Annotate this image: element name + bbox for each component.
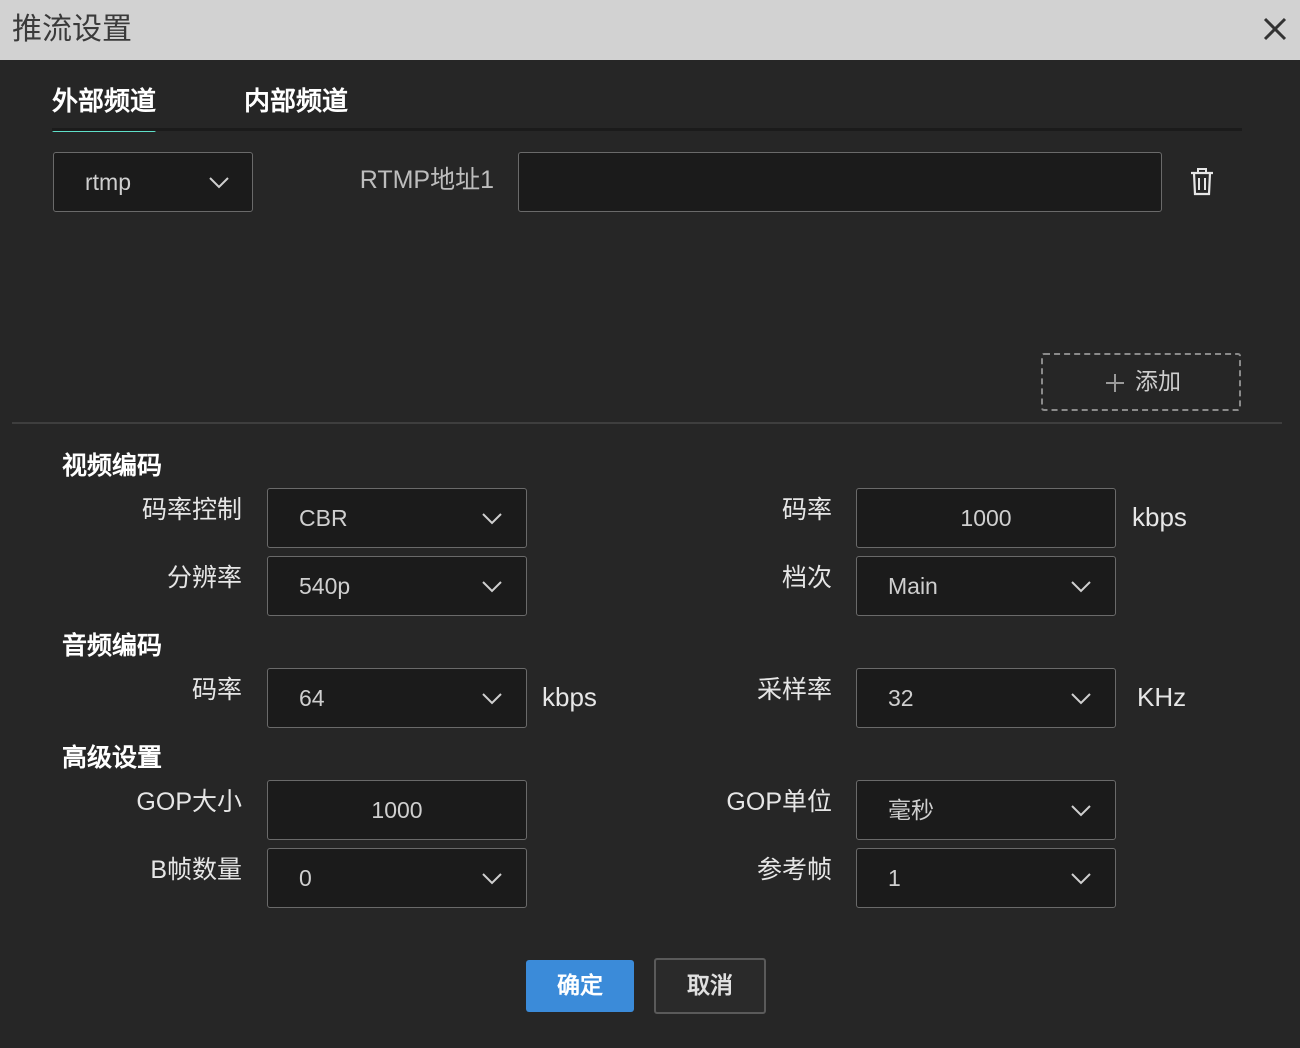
section-divider — [12, 422, 1282, 424]
protocol-select-value: rtmp — [85, 169, 131, 195]
tab-internal-channel[interactable]: 内部频道 — [244, 84, 348, 120]
bframes-label: B帧数量 — [150, 856, 242, 884]
audio-section-title: 音频编码 — [62, 631, 163, 660]
chevron-down-icon — [482, 581, 502, 593]
profile-select[interactable]: Main — [856, 556, 1116, 616]
chevron-down-icon — [1071, 693, 1091, 705]
gop-unit-select[interactable]: 毫秒 — [856, 780, 1116, 840]
ref-frames-label: 参考帧 — [756, 856, 832, 884]
resolution-select[interactable]: 540p — [267, 556, 527, 616]
chevron-down-icon — [1071, 805, 1091, 817]
confirm-button[interactable]: 确定 — [526, 960, 634, 1012]
rate-control-select[interactable]: CBR — [267, 488, 527, 548]
samplerate-select[interactable]: 32 — [856, 668, 1116, 728]
tab-divider — [52, 128, 1242, 131]
chevron-down-icon — [482, 693, 502, 705]
audio-bitrate-label: 码率 — [191, 676, 242, 704]
rtmp-address-input[interactable] — [518, 152, 1162, 212]
samplerate-label: 采样率 — [756, 676, 832, 704]
resolution-label: 分辨率 — [166, 564, 242, 592]
gop-size-input[interactable]: 1000 — [267, 780, 527, 840]
chevron-down-icon — [1071, 581, 1091, 593]
rate-control-label: 码率控制 — [141, 496, 242, 524]
protocol-select[interactable]: rtmp — [53, 152, 253, 212]
chevron-down-icon — [209, 177, 229, 189]
samplerate-unit: KHz — [1137, 682, 1187, 712]
add-label: 添加 — [1135, 369, 1181, 395]
ref-frames-select[interactable]: 1 — [856, 848, 1116, 908]
dialog-title: 推流设置 — [12, 12, 132, 47]
audio-bitrate-select[interactable]: 64 — [267, 668, 527, 728]
tab-external-channel[interactable]: 外部频道 — [52, 84, 157, 132]
chevron-down-icon — [482, 873, 502, 885]
cancel-button[interactable]: 取消 — [654, 958, 766, 1014]
rtmp-address-label: RTMP地址1 — [359, 166, 494, 194]
add-address-button[interactable]: 添加 — [1041, 353, 1241, 411]
trash-icon[interactable] — [1187, 167, 1217, 197]
close-icon[interactable] — [1258, 12, 1292, 46]
chevron-down-icon — [482, 513, 502, 525]
plus-icon — [1106, 374, 1124, 392]
video-section-title: 视频编码 — [62, 451, 163, 480]
audio-bitrate-unit: kbps — [542, 682, 597, 712]
bframes-select[interactable]: 0 — [267, 848, 527, 908]
video-bitrate-input[interactable]: 1000 — [856, 488, 1116, 548]
profile-label: 档次 — [781, 564, 832, 592]
video-bitrate-unit: kbps — [1132, 502, 1187, 532]
chevron-down-icon — [1071, 873, 1091, 885]
advanced-section-title: 高级设置 — [62, 743, 163, 772]
gop-unit-label: GOP单位 — [726, 788, 832, 816]
gop-size-label: GOP大小 — [136, 788, 242, 816]
video-bitrate-label: 码率 — [781, 496, 832, 524]
title-bar: 推流设置 — [0, 0, 1300, 60]
